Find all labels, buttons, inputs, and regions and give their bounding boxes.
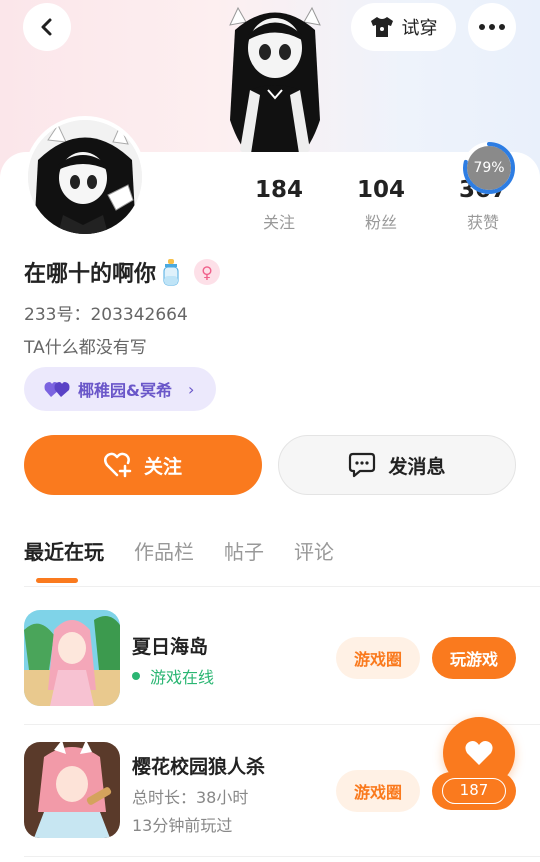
stat-followers-label: 粉丝 [364, 213, 397, 232]
list-item[interactable]: 夏日海岛 游戏在线 游戏圈 玩游戏 [24, 610, 540, 706]
tab-recent-games[interactable]: 最近在玩 [24, 536, 104, 565]
game-circle-button[interactable]: 游戏圈 [336, 770, 420, 812]
game-thumbnail [24, 610, 120, 706]
chevron-right-icon: › [187, 379, 195, 399]
double-heart-icon [44, 382, 70, 397]
back-button[interactable] [23, 3, 71, 51]
user-id: 233号：203342664 [24, 305, 188, 325]
chat-bubble-icon [349, 452, 376, 478]
game-title: 樱花校园狼人杀 [132, 756, 266, 778]
profile-tabs: 最近在玩 作品栏 帖子 评论 [24, 536, 334, 565]
heart-icon [465, 741, 493, 765]
stat-following-value: 184 [254, 177, 303, 203]
try-on-label: 试穿 [401, 18, 438, 39]
play-game-button[interactable]: 玩游戏 [432, 637, 516, 679]
tshirt-icon [370, 17, 393, 37]
progress-ring[interactable]: 79% [461, 140, 517, 196]
gender-female-icon: ♀ [194, 259, 221, 285]
tab-posts[interactable]: 帖子 [224, 536, 264, 565]
username: 在哪十的啊你 ♀ [24, 256, 221, 288]
stat-followers-value: 104 [356, 177, 405, 203]
like-count-badge[interactable]: 187 [432, 772, 516, 810]
avatar-figure-image [229, 6, 321, 160]
club-name: 椰稚园&冥希 [78, 381, 172, 400]
more-button[interactable] [468, 3, 516, 51]
user-bio: TA什么都没有写 [24, 338, 147, 358]
tab-comments[interactable]: 评论 [294, 536, 334, 565]
active-tab-indicator [36, 578, 78, 583]
follow-label: 关注 [143, 455, 182, 478]
game-title: 夏日海岛 [132, 636, 209, 658]
game-playtime: 总时长：38小时 [132, 788, 249, 807]
stat-followers[interactable]: 104 粉丝 [336, 176, 426, 233]
tabs-divider [24, 586, 540, 587]
avatar[interactable] [24, 116, 146, 238]
heart-plus-icon [103, 452, 132, 478]
username-text: 在哪十的啊你 [24, 262, 157, 287]
like-count: 187 [442, 778, 506, 804]
row-divider [24, 856, 540, 857]
game-thumbnail [24, 742, 120, 838]
try-on-button[interactable]: 试穿 [351, 3, 456, 51]
follow-button[interactable]: 关注 [24, 435, 262, 495]
chevron-left-icon [41, 18, 52, 36]
game-last-played: 13分钟前玩过 [132, 816, 233, 835]
tab-works[interactable]: 作品栏 [134, 536, 194, 565]
stat-likes-label: 获赞 [466, 213, 499, 232]
game-online-status: 游戏在线 [132, 664, 214, 688]
online-dot-icon [132, 672, 140, 680]
game-circle-button[interactable]: 游戏圈 [336, 637, 420, 679]
message-button[interactable]: 发消息 [278, 435, 516, 495]
stat-following[interactable]: 184 关注 [234, 176, 324, 233]
avatar-image [28, 120, 142, 234]
club-badge[interactable]: 椰稚园&冥希 › [24, 367, 216, 411]
more-dots-icon [479, 24, 505, 30]
game-status-text: 游戏在线 [150, 668, 215, 687]
progress-percent: 79% [473, 160, 505, 176]
stat-following-label: 关注 [262, 213, 295, 232]
message-label: 发消息 [388, 455, 446, 478]
baby-bottle-icon [163, 259, 179, 286]
